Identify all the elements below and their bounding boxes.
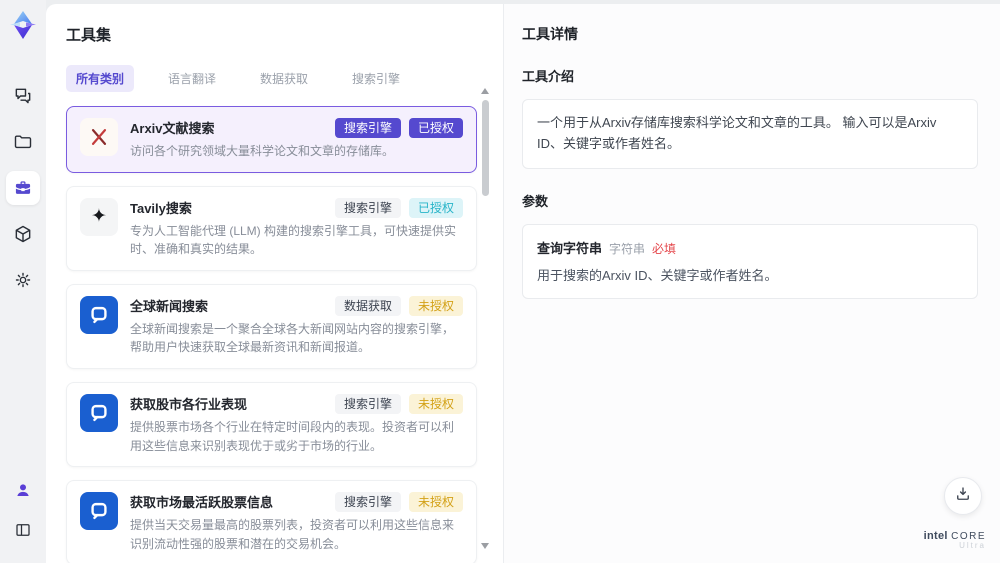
param-required-badge: 必填: [652, 241, 677, 256]
chat-icon: [13, 86, 33, 106]
param-type: 字符串: [609, 241, 646, 256]
tab-search-engine[interactable]: 搜索引擎: [342, 65, 410, 92]
tool-card[interactable]: 获取股市各行业表现 搜索引擎 未授权 提供股票市场各个行业在特定时间段内的表现。…: [66, 381, 477, 468]
category-badge: 搜索引擎: [334, 393, 401, 414]
tool-card[interactable]: Arxiv文献搜索 搜索引擎 已授权 访问各个研究领域大量科学论文和文章的存储库…: [66, 106, 477, 173]
tool-description: 全球新闻搜索是一个聚合全球各大新闻网站内容的搜索引擎，帮助用户快速获取全球最新资…: [130, 321, 455, 355]
auth-badge: 未授权: [408, 393, 463, 414]
tab-all-categories[interactable]: 所有类别: [66, 65, 135, 92]
tab-data-fetch[interactable]: 数据获取: [250, 65, 318, 92]
scrollbar-down-arrow[interactable]: [481, 543, 489, 549]
intro-heading: 工具介绍: [522, 69, 575, 84]
sidebar-item-account[interactable]: [6, 473, 40, 507]
sidebar-item-collapse[interactable]: [6, 513, 40, 547]
detail-title: 工具详情: [522, 26, 578, 42]
category-badge: 搜索引擎: [334, 118, 401, 138]
sidebar-item-plugins[interactable]: [6, 217, 40, 251]
param-description: 用于搜索的Arxiv ID、关键字或作者姓名。: [537, 267, 778, 283]
page-title: 工具集: [66, 27, 112, 44]
user-icon: [14, 481, 32, 499]
scrollbar-thumb[interactable]: [482, 100, 489, 196]
tool-detail-panel: 工具详情 工具介绍 一个用于从Arxiv存储库搜索科学论文和文章的工具。 输入可…: [503, 4, 1000, 563]
auth-badge: 未授权: [408, 492, 463, 513]
tool-icon: [80, 118, 118, 156]
category-badge: 搜索引擎: [334, 492, 401, 513]
tool-card[interactable]: ✦ Tavily搜索 搜索引擎 已授权 专为人工智能代理 (LLM) 构建的搜索…: [66, 185, 477, 271]
tool-name: 获取市场最活跃股票信息: [130, 495, 274, 511]
list-scrollbar: [481, 88, 490, 549]
app-logo: [6, 8, 40, 42]
download-button[interactable]: [944, 477, 982, 515]
category-badge: 数据获取: [334, 295, 401, 316]
download-icon: [954, 485, 972, 508]
sidebar-item-chat[interactable]: [6, 79, 40, 113]
sidebar-item-files[interactable]: [6, 125, 40, 159]
intro-text: 一个用于从Arxiv存储库搜索科学论文和文章的工具。 输入可以是Arxiv ID…: [537, 115, 937, 151]
sidebar-item-tools[interactable]: [6, 171, 40, 205]
tool-card[interactable]: 获取市场最活跃股票信息 搜索引擎 未授权 提供当天交易量最高的股票列表，投资者可…: [66, 480, 477, 563]
tool-name: 获取股市各行业表现: [130, 396, 248, 412]
toolbox-icon: [13, 178, 33, 198]
tool-name: 全球新闻搜索: [130, 298, 209, 314]
scrollbar-up-arrow[interactable]: [481, 88, 489, 94]
category-badge: 搜索引擎: [334, 197, 401, 218]
param-name: 查询字符串: [537, 240, 603, 256]
gear-icon: [13, 270, 33, 290]
folder-icon: [13, 132, 33, 152]
intro-box: 一个用于从Arxiv存储库搜索科学论文和文章的工具。 输入可以是Arxiv ID…: [522, 99, 978, 169]
cube-icon: [13, 224, 33, 244]
sidebar-item-settings[interactable]: [6, 263, 40, 297]
tool-icon: [80, 393, 118, 432]
sidebar-rail: [0, 0, 46, 563]
tool-list: Arxiv文献搜索 搜索引擎 已授权 访问各个研究领域大量科学论文和文章的存储库…: [66, 106, 477, 563]
tool-name: Tavily搜索: [130, 200, 192, 216]
tool-description: 专为人工智能代理 (LLM) 构建的搜索引擎工具，可快速提供实时、准确和真实的结…: [130, 223, 457, 257]
intel-core-logo: intel CORE Ultra: [924, 530, 986, 551]
brand-sub: Ultra: [959, 541, 986, 551]
brand-intel: intel: [923, 530, 948, 543]
panel-toggle-icon: [14, 521, 32, 539]
tool-icon: ✦: [80, 197, 118, 236]
auth-badge: 已授权: [408, 197, 463, 218]
tool-list-panel: 工具集 所有类别 语言翻译 数据获取 搜索引擎 Arxiv文献搜索 搜索引擎 已…: [46, 4, 503, 563]
tab-translation[interactable]: 语言翻译: [158, 65, 226, 92]
params-heading: 参数: [522, 193, 549, 209]
tool-name: Arxiv文献搜索: [130, 121, 215, 136]
tool-description: 访问各个研究领域大量科学论文和文章的存储库。: [130, 144, 395, 158]
tool-description: 提供当天交易量最高的股票列表，投资者可以利用这些信息来识别流动性强的股票和潜在的…: [130, 518, 455, 551]
param-box: 查询字符串 字符串 必填 用于搜索的Arxiv ID、关键字或作者姓名。: [522, 223, 978, 300]
tool-description: 提供股票市场各个行业在特定时间段内的表现。投资者可以利用这些信息来识别表现优于或…: [130, 419, 455, 453]
tool-card[interactable]: 全球新闻搜索 数据获取 未授权 全球新闻搜索是一个聚合全球各大新闻网站内容的搜索…: [66, 283, 477, 369]
main-content: 工具集 所有类别 语言翻译 数据获取 搜索引擎 Arxiv文献搜索 搜索引擎 已…: [46, 4, 1000, 563]
tool-icon: [80, 295, 118, 334]
auth-badge: 已授权: [408, 118, 463, 138]
tool-icon: [80, 492, 118, 531]
auth-badge: 未授权: [408, 295, 463, 316]
category-tabs: 所有类别 语言翻译 数据获取 搜索引擎: [66, 65, 477, 92]
